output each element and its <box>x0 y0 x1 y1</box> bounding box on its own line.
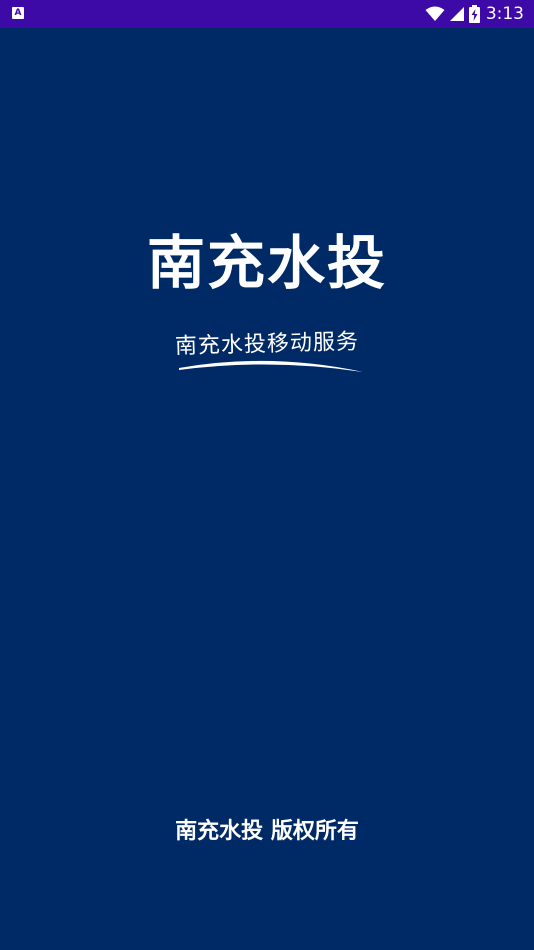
cell-signal-icon <box>449 6 465 22</box>
battery-charging-icon <box>468 5 480 23</box>
app-logo-title: 南充水投 <box>146 229 387 297</box>
wifi-icon <box>425 6 445 22</box>
swoosh-icon <box>179 360 363 372</box>
notification-a-icon: A <box>12 7 24 19</box>
status-bar: A 3:13 <box>0 0 534 28</box>
slogan: 南充水投移动服务 <box>150 320 384 390</box>
status-time: 3:13 <box>485 4 524 24</box>
copyright-text: 南充水投 版权所有 <box>175 819 359 844</box>
status-icons: 3:13 <box>425 0 524 28</box>
